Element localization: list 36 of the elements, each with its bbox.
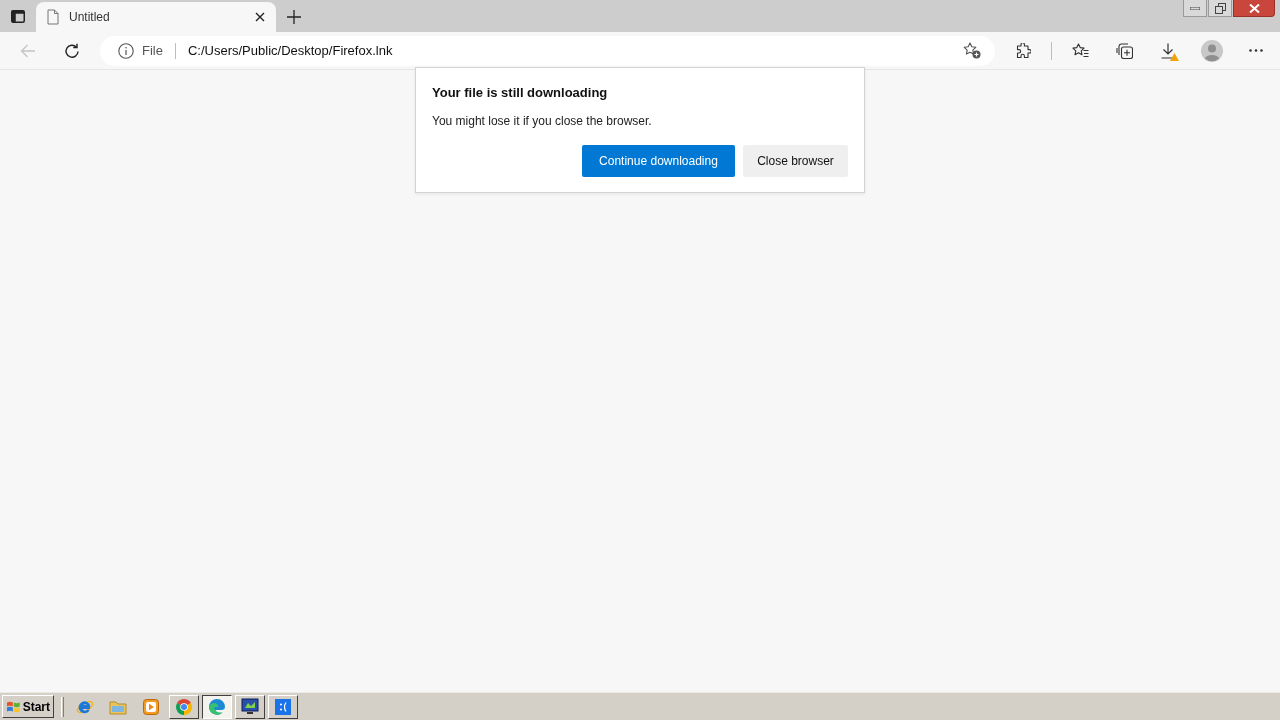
edge-icon (208, 697, 226, 716)
site-info-button[interactable]: File (118, 42, 163, 59)
back-arrow-icon (20, 43, 36, 58)
close-icon (1248, 3, 1260, 13)
folder-icon (109, 698, 127, 715)
minimize-icon (1190, 6, 1200, 10)
sad-face-tile-icon (275, 698, 291, 715)
media-player-icon (143, 698, 159, 715)
download-icon (1161, 42, 1175, 59)
restore-button[interactable] (1208, 0, 1232, 17)
dialog-message: You might lose it if you close the browser. (432, 113, 653, 129)
start-button[interactable]: Start (2, 695, 54, 718)
star-list-icon (1071, 43, 1089, 58)
close-window-button[interactable] (1233, 0, 1275, 17)
browser-tab[interactable]: Untitled (36, 2, 276, 32)
collections-icon (1115, 42, 1133, 59)
plus-icon (287, 10, 301, 24)
avatar-icon (1201, 39, 1223, 62)
dialog-title: Your file is still downloading (432, 84, 609, 102)
dialog-button[interactable]: Close browser (743, 145, 848, 177)
panel-icon (11, 9, 25, 23)
info-icon (118, 42, 134, 59)
close-icon (255, 12, 265, 22)
more-icon (1249, 49, 1263, 52)
star-add-icon (963, 42, 981, 59)
windows-flag-icon (6, 699, 21, 714)
dialog-button[interactable]: Continue downloading (582, 145, 735, 177)
restore-icon (1214, 2, 1226, 14)
address-bar[interactable]: File C:/Users/Public/Desktop/Firefox.lnk (100, 35, 995, 66)
monitor-icon (241, 698, 259, 715)
url-field[interactable]: C:/Users/Public/Desktop/Firefox.lnk (187, 40, 957, 61)
taskbar-program-button[interactable] (202, 694, 232, 719)
puzzle-icon (1015, 42, 1031, 59)
page-icon (47, 9, 59, 25)
chrome-icon (175, 697, 193, 716)
refresh-icon (64, 42, 80, 59)
